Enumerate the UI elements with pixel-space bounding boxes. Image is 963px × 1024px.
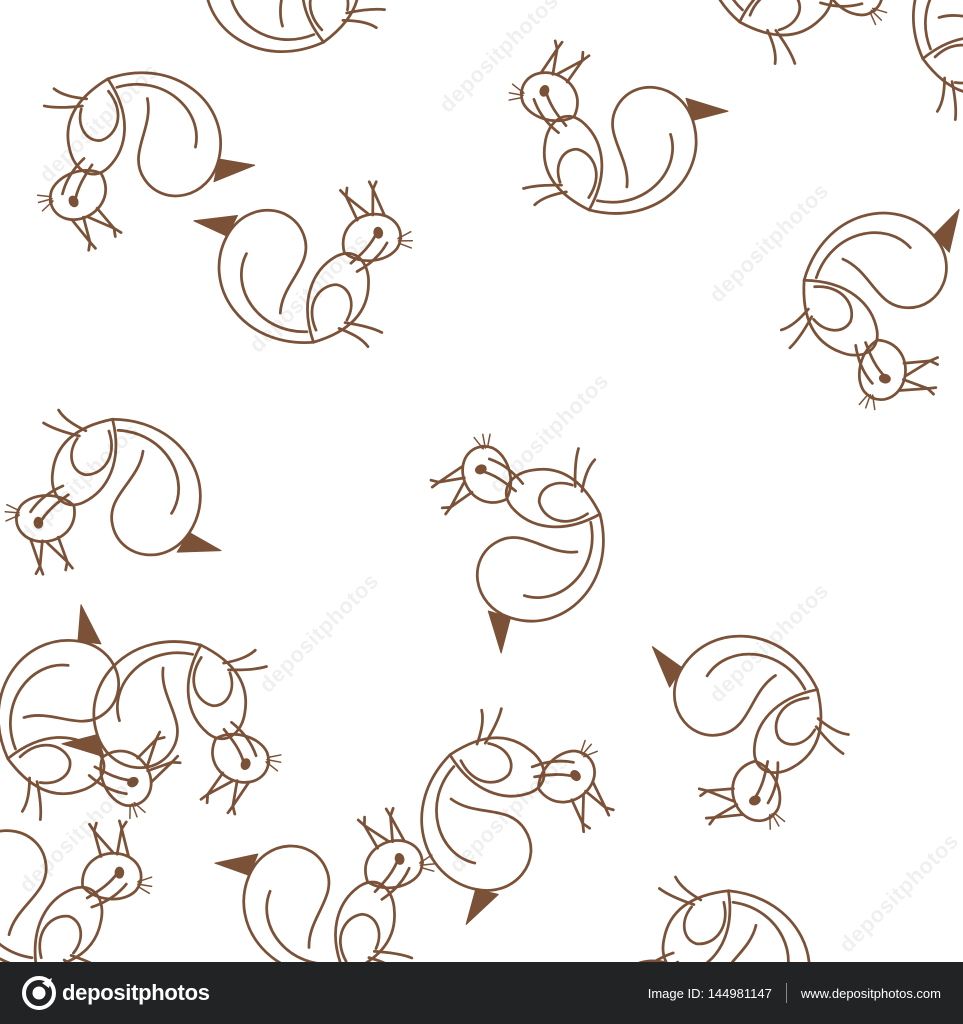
squirrel-illustration: [474, 29, 733, 258]
depositphotos-logo-icon: [22, 976, 56, 1010]
brand-name: depositphotos: [62, 980, 210, 1005]
squirrel-illustration: [861, 0, 963, 167]
footer-divider: [785, 983, 787, 1003]
footer-url-link[interactable]: www.depositphotos.com: [801, 986, 941, 1001]
squirrel-layer: [0, 0, 963, 962]
brand-logo[interactable]: depositphotos: [22, 976, 210, 1010]
squirrel-illustration: [0, 395, 224, 579]
footer-info: Image ID: 144981147 www.depositphotos.co…: [648, 983, 941, 1003]
squirrel-illustration: [365, 668, 635, 932]
squirrel-illustration: [164, 0, 432, 104]
squirrel-illustration: [643, 592, 872, 850]
footer-bar: depositphotos Image ID: 144981147 www.de…: [0, 962, 963, 1024]
squirrel-illustration: [651, 0, 921, 101]
image-id-text: Image ID: 144981147: [647, 985, 772, 1001]
squirrel-illustration: [612, 875, 827, 962]
squirrel-pattern-svg: [0, 0, 963, 962]
squirrel-pattern-artwork: depositphotos depositphotos depositphoto…: [0, 0, 963, 962]
squirrel-illustration: [57, 597, 316, 826]
